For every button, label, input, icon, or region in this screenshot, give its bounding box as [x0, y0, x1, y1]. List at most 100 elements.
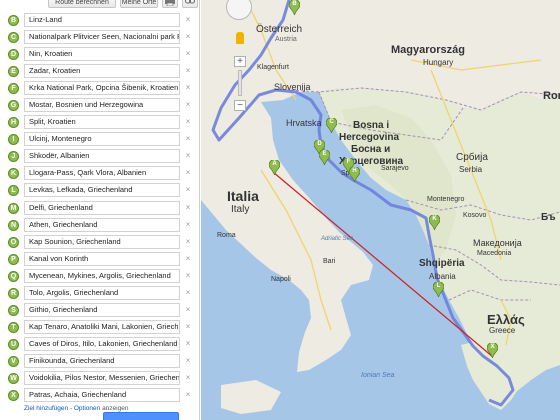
waypoint-input[interactable]: Krka National Park, Opcina Šibenik, Kroa… — [24, 81, 180, 96]
zoom-in-button[interactable]: + — [234, 56, 246, 67]
remove-waypoint-icon[interactable]: × — [184, 168, 192, 178]
map-pin-l[interactable]: L — [433, 282, 444, 297]
remove-waypoint-icon[interactable]: × — [184, 220, 192, 230]
remove-waypoint-icon[interactable]: × — [184, 83, 192, 93]
route-button[interactable]: Route berechnen — [48, 0, 116, 8]
waypoint-marker-icon[interactable]: T — [8, 321, 19, 333]
waypoint-marker-icon[interactable]: Q — [8, 270, 19, 282]
waypoint-input[interactable]: Voidokilia, Pilos Nestor, Messenien, Gri… — [24, 370, 180, 385]
label-croatia: Hrvatska — [286, 118, 322, 128]
label-klagenfurt: Klagenfurt — [257, 64, 289, 71]
waypoint-input[interactable]: Zadar, Kroatien — [24, 64, 180, 79]
waypoint-marker-icon[interactable]: B — [8, 15, 19, 26]
waypoint-marker-icon[interactable]: H — [8, 117, 19, 129]
remove-waypoint-icon[interactable]: × — [184, 373, 192, 383]
waypoint-marker-icon[interactable]: S — [8, 304, 19, 316]
zoom-out-button[interactable]: − — [234, 100, 246, 111]
waypoint-row: V Finikounda, Griechenland × — [0, 353, 199, 370]
waypoint-marker-icon[interactable]: R — [8, 287, 19, 299]
print-icon[interactable] — [162, 0, 178, 8]
waypoint-input[interactable]: Kap Tenaro, Anatoliki Mani, Lakonien, Gr… — [24, 319, 180, 334]
waypoint-marker-icon[interactable]: K — [8, 168, 19, 180]
waypoint-row: Q Mycenean, Mykines, Argolis, Griechenlan… — [0, 268, 199, 285]
waypoint-marker-icon[interactable]: J — [8, 151, 19, 163]
waypoint-input[interactable]: Caves of Diros, Itilo, Lakonien, Grieche… — [24, 336, 180, 351]
map-pin-c[interactable]: C — [326, 118, 337, 133]
remove-waypoint-icon[interactable]: × — [184, 100, 192, 110]
map-pin-b[interactable]: B — [289, 0, 300, 15]
waypoint-marker-icon[interactable]: L — [8, 185, 19, 197]
label-macedonia-en: Macedonia — [477, 250, 512, 257]
waypoint-input[interactable]: Levkas, Lefkada, Griechenland — [24, 183, 180, 198]
remove-waypoint-icon[interactable]: × — [184, 134, 192, 144]
waypoint-marker-icon[interactable]: W — [8, 372, 19, 384]
waypoint-input[interactable]: Ulcinj, Montenegro — [24, 132, 180, 147]
remove-waypoint-icon[interactable]: × — [184, 254, 192, 264]
remove-waypoint-icon[interactable]: × — [184, 288, 192, 298]
waypoint-input[interactable]: Kap Sounion, Griechenland — [24, 234, 180, 249]
remove-waypoint-icon[interactable]: × — [184, 151, 192, 161]
waypoint-marker-icon[interactable]: U — [8, 338, 19, 350]
remove-waypoint-icon[interactable]: × — [184, 185, 192, 195]
map-pin-a[interactable]: A — [269, 160, 280, 175]
waypoint-marker-icon[interactable]: I — [8, 134, 19, 146]
link-icon[interactable] — [182, 0, 198, 8]
waypoint-input[interactable]: Split, Kroatien — [24, 115, 180, 130]
waypoint-input[interactable]: Githio, Griechenland — [24, 302, 180, 317]
zoom-slider[interactable] — [238, 70, 242, 96]
waypoint-input[interactable]: Mostar, Bosnien und Herzegowina — [24, 98, 180, 113]
waypoint-marker-icon[interactable]: F — [8, 83, 19, 95]
waypoint-marker-icon[interactable]: V — [8, 355, 19, 367]
remove-waypoint-icon[interactable]: × — [184, 390, 192, 400]
map-pin-h[interactable]: H — [349, 167, 360, 182]
waypoint-input[interactable]: Kanal von Korinth — [24, 251, 180, 266]
my-places-button[interactable]: Meine Orte — [120, 0, 158, 8]
get-directions-button[interactable] — [103, 412, 179, 420]
waypoint-input[interactable]: Linz-Land — [24, 13, 180, 27]
waypoint-marker-icon[interactable]: P — [8, 253, 19, 265]
waypoint-marker-icon[interactable]: N — [8, 219, 19, 231]
waypoint-input[interactable]: Delfi, Griechenland — [24, 200, 180, 215]
waypoint-marker-icon[interactable]: O — [8, 236, 19, 248]
remove-waypoint-icon[interactable]: × — [184, 322, 192, 332]
street-view-pegman-icon[interactable] — [236, 32, 244, 44]
waypoint-marker-icon[interactable]: X — [8, 390, 19, 402]
map-pin-e[interactable]: E — [319, 150, 330, 165]
panel-footer: Ziel hinzufügen - Optionen anzeigen — [24, 405, 128, 412]
waypoint-input[interactable]: Llogara-Pass, Qark Vlora, Albanien — [24, 166, 180, 181]
waypoint-input[interactable]: Nationalpark Plitvicer Seen, Nacionalni … — [24, 30, 180, 45]
directions-panel: Route berechnen Meine Orte B Linz-Land × C N… — [0, 0, 200, 420]
map-pin-label: D — [317, 141, 322, 147]
waypoint-input[interactable]: Patras, Achaia, Griechenland — [24, 388, 180, 403]
waypoint-input[interactable]: Tolo, Argolis, Griechenland — [24, 285, 180, 300]
waypoint-input[interactable]: Athen, Griechenland — [24, 217, 180, 232]
waypoint-input[interactable]: Finikounda, Griechenland — [24, 353, 180, 368]
waypoint-marker-icon[interactable]: E — [8, 66, 19, 78]
remove-waypoint-icon[interactable]: × — [184, 117, 192, 127]
map-pin-k[interactable]: K — [429, 215, 440, 230]
remove-waypoint-icon[interactable]: × — [184, 237, 192, 247]
remove-waypoint-icon[interactable]: × — [184, 66, 192, 76]
waypoint-marker-icon[interactable]: M — [8, 202, 19, 214]
map-pin-x[interactable]: X — [487, 343, 498, 358]
map-view[interactable]: Österreich Austria Magyarország Hungary … — [201, 0, 560, 420]
map-canvas — [201, 0, 560, 414]
waypoint-marker-icon[interactable]: C — [8, 32, 19, 44]
remove-waypoint-icon[interactable]: × — [184, 305, 192, 315]
waypoint-input[interactable]: Mycenean, Mykines, Argolis, Griechenland — [24, 268, 180, 283]
waypoint-input[interactable]: Shkodër, Albanien — [24, 149, 180, 164]
options-link[interactable]: Optionen — [74, 405, 100, 412]
map-pin-label: X — [490, 344, 495, 350]
remove-waypoint-icon[interactable]: × — [184, 339, 192, 349]
remove-waypoint-icon[interactable]: × — [184, 15, 192, 25]
waypoint-marker-icon[interactable]: D — [8, 49, 19, 61]
waypoint-marker-icon[interactable]: G — [8, 100, 19, 112]
waypoint-input[interactable]: Nin, Kroatien — [24, 47, 180, 62]
waypoint-row: O Kap Sounion, Griechenland × — [0, 234, 199, 251]
remove-waypoint-icon[interactable]: × — [184, 49, 192, 59]
remove-waypoint-icon[interactable]: × — [184, 32, 192, 42]
remove-waypoint-icon[interactable]: × — [184, 271, 192, 281]
add-destination-link[interactable]: Ziel hinzufügen — [24, 405, 68, 412]
remove-waypoint-icon[interactable]: × — [184, 203, 192, 213]
remove-waypoint-icon[interactable]: × — [184, 356, 192, 366]
